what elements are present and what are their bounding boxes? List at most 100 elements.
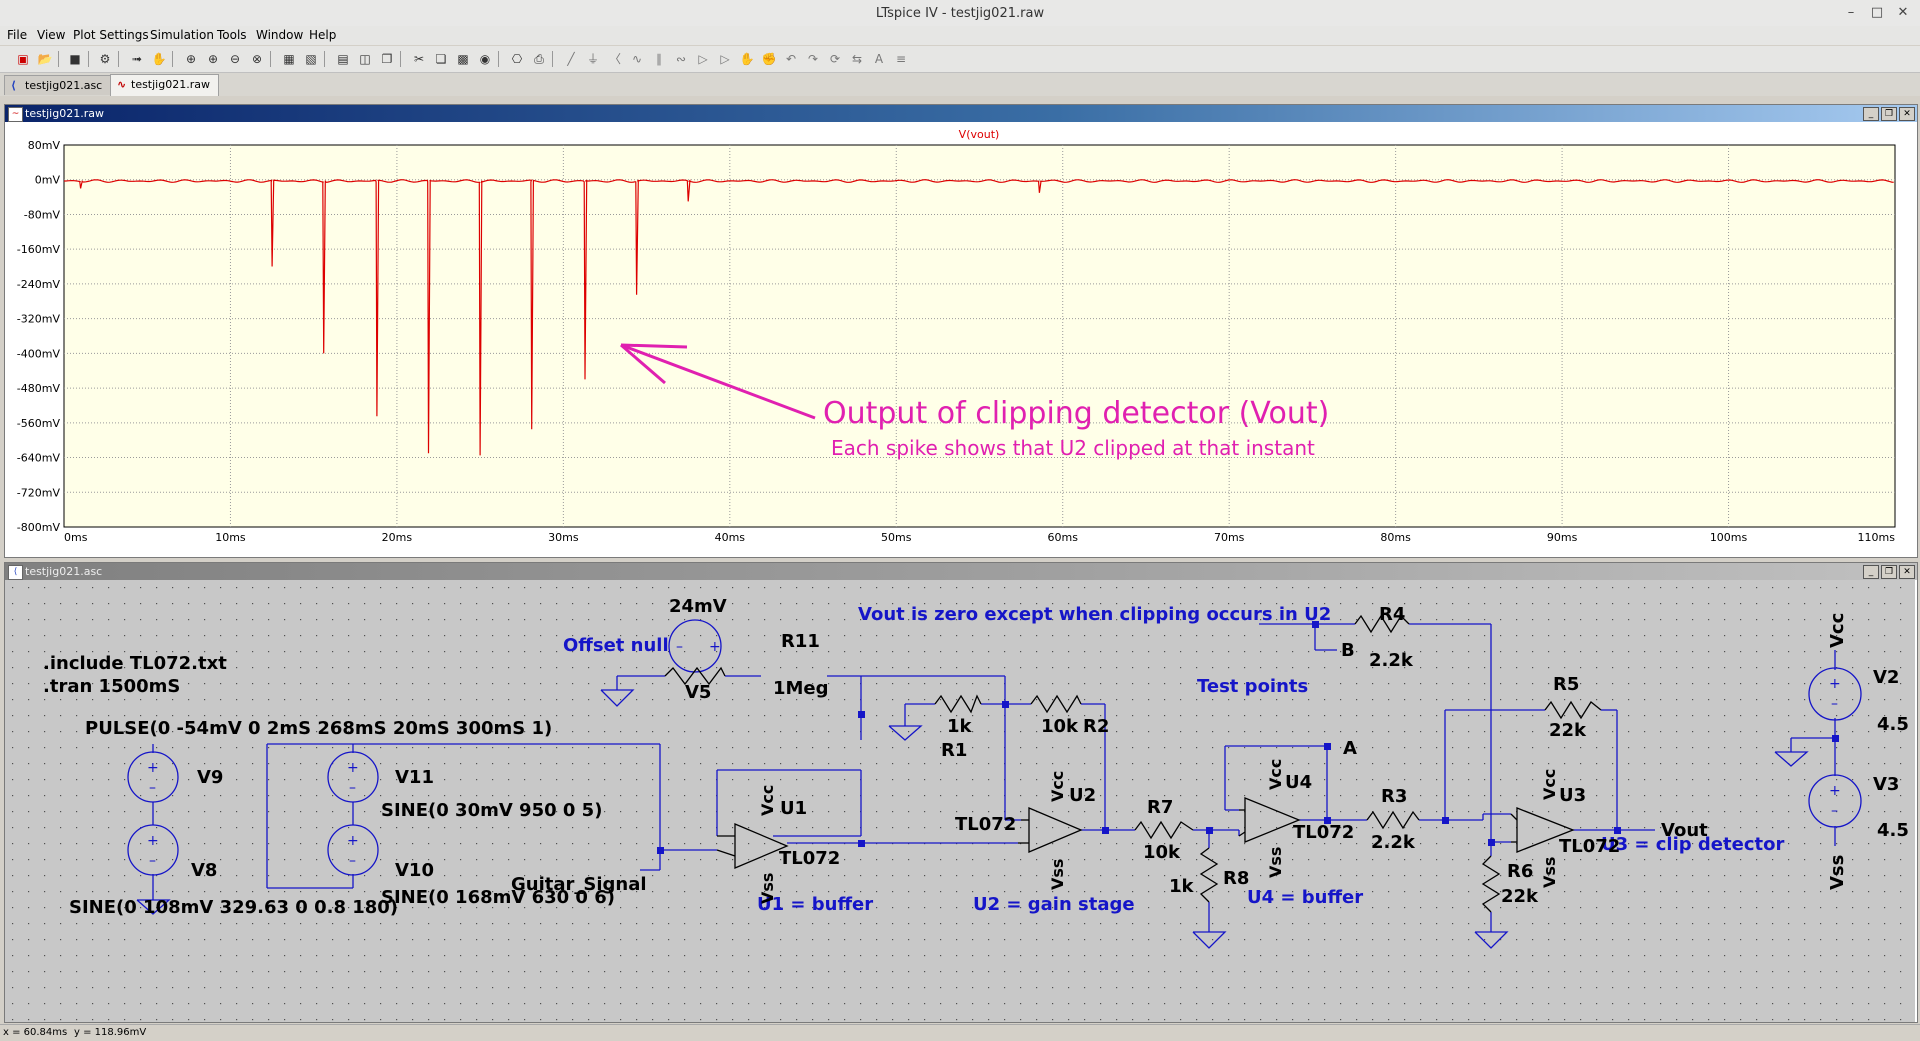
y-tick-label[interactable]: 0mV [35, 174, 61, 187]
minimize-icon[interactable]: – [1842, 4, 1860, 22]
menu-simulation[interactable]: Simulation [150, 28, 214, 42]
new-schematic-icon[interactable]: ▣ [14, 50, 32, 68]
x-tick-label[interactable]: 60ms [1048, 531, 1079, 544]
y-tick-label[interactable]: -320mV [17, 313, 61, 326]
component-icon[interactable]: ▷ [716, 50, 734, 68]
tab-waveform[interactable]: ∿ testjig021.raw [110, 74, 219, 96]
tab-schematic[interactable]: ⟨ testjig021.asc [4, 75, 112, 95]
u4-ref[interactable]: U4 [1285, 772, 1312, 793]
y-tick-label[interactable]: -720mV [17, 486, 61, 499]
close-icon[interactable]: ✕ [1899, 107, 1915, 121]
save-icon[interactable]: ■ [66, 50, 84, 68]
x-tick-label[interactable]: 10ms [215, 531, 246, 544]
move-icon[interactable]: ✋ [738, 50, 756, 68]
y-tick-label[interactable]: -400mV [17, 347, 61, 360]
v3-ref[interactable]: V3 [1873, 774, 1899, 795]
note-u2[interactable]: U2 = gain stage [973, 894, 1135, 915]
v3-value[interactable]: 4.5 [1877, 820, 1909, 841]
find-icon[interactable]: ◉ [476, 50, 494, 68]
restore-icon[interactable]: ❐ [1881, 565, 1897, 579]
x-tick-label[interactable]: 90ms [1547, 531, 1578, 544]
r8-ref[interactable]: R8 [1223, 868, 1249, 889]
waveform-window[interactable]: ~ testjig021.raw _ ❐ ✕ 0ms 10ms 20ms 30ms 40… [4, 104, 1918, 558]
cascade-icon[interactable]: ❐ [378, 50, 396, 68]
v9-ref[interactable]: V9 [197, 767, 223, 788]
y-tick-label[interactable]: -560mV [17, 417, 61, 430]
wire-icon[interactable]: ╱ [562, 50, 580, 68]
note-u4[interactable]: U4 = buffer [1247, 887, 1363, 908]
cut-icon[interactable]: ✂ [410, 50, 428, 68]
r7-value[interactable]: 10k [1143, 842, 1181, 863]
r11-value[interactable]: 1Meg [773, 678, 829, 699]
x-tick-label[interactable]: 0ms [64, 531, 88, 544]
x-tick-label[interactable]: 100ms [1710, 531, 1748, 544]
schematic-window-titlebar[interactable]: ⟨ testjig021.asc _ ❐ ✕ [5, 563, 1917, 580]
waveform-plot[interactable]: 0ms 10ms 20ms 30ms 40ms 50ms 60ms 70ms 80ms 90ms 1… [5, 122, 1915, 555]
waveform-window-titlebar[interactable]: ~ testjig021.raw _ ❐ ✕ [5, 105, 1917, 122]
menu-window[interactable]: Window [256, 28, 303, 42]
r4-ref[interactable]: R4 [1379, 604, 1405, 625]
y-tick-label[interactable]: -80mV [24, 208, 61, 221]
spice-directive-tran[interactable]: .tran 1500mS [43, 676, 180, 697]
u1-model[interactable]: TL072 [779, 848, 840, 869]
y-tick-label[interactable]: -240mV [17, 278, 61, 291]
zoom-fit-icon[interactable]: ⊗ [248, 50, 266, 68]
v8-value[interactable]: SINE(0 108mV 329.63 0 0.8 180) [69, 897, 398, 918]
x-tick-label[interactable]: 50ms [881, 531, 912, 544]
u1-ref[interactable]: U1 [780, 798, 807, 819]
note-vout[interactable]: Vout is zero except when clipping occurs… [858, 604, 1331, 625]
tile-vertical-icon[interactable]: ◫ [356, 50, 374, 68]
run-icon[interactable]: ➟ [128, 50, 146, 68]
drag-icon[interactable]: ✊ [760, 50, 778, 68]
rotate-icon[interactable]: ⟳ [826, 50, 844, 68]
menu-view[interactable]: View [37, 28, 65, 42]
redo-icon[interactable]: ↷ [804, 50, 822, 68]
undo-icon[interactable]: ↶ [782, 50, 800, 68]
u2-model[interactable]: TL072 [955, 814, 1016, 835]
u3-ref[interactable]: U3 [1559, 785, 1586, 806]
r4-value[interactable]: 2.2k [1369, 650, 1414, 671]
label-net-icon[interactable]: 〈 [606, 50, 624, 68]
print-icon[interactable]: ⎙ [530, 50, 548, 68]
marker-icon[interactable]: ▧ [302, 50, 320, 68]
x-tick-label[interactable]: 110ms [1858, 531, 1896, 544]
menu-plot-settings[interactable]: Plot Settings [73, 28, 149, 42]
y-tick-label[interactable]: -640mV [17, 452, 61, 465]
diode-icon[interactable]: ▷ [694, 50, 712, 68]
menu-tools[interactable]: Tools [217, 28, 247, 42]
print-setup-icon[interactable]: ⎔ [508, 50, 526, 68]
r5-value[interactable]: 22k [1549, 720, 1587, 741]
r6-value[interactable]: 22k [1501, 886, 1539, 907]
v5-value[interactable]: 24mV [669, 596, 727, 617]
r1-value[interactable]: 1k [947, 716, 973, 737]
r11-ref[interactable]: R11 [781, 631, 820, 652]
net-label-guitar-signal[interactable]: Guitar_Signal [511, 874, 647, 895]
maximize-icon[interactable]: □ [1868, 4, 1886, 22]
schematic-window[interactable]: ⟨ testjig021.asc _ ❐ ✕ + – + – + – + – +… [4, 562, 1918, 1023]
halt-icon[interactable]: ✋ [150, 50, 168, 68]
plot-area[interactable] [63, 144, 1896, 528]
resistor-icon[interactable]: ∿ [628, 50, 646, 68]
r2-value[interactable]: 10k [1041, 716, 1079, 737]
net-label-vout[interactable]: Vout [1661, 820, 1708, 841]
v11-value[interactable]: SINE(0 30mV 950 0 5) [381, 800, 602, 821]
v2-ref[interactable]: V2 [1873, 667, 1899, 688]
r3-value[interactable]: 2.2k [1371, 832, 1416, 853]
u4-model[interactable]: TL072 [1293, 822, 1354, 843]
r3-ref[interactable]: R3 [1381, 786, 1407, 807]
minimize-icon[interactable]: _ [1863, 107, 1879, 121]
u2-ref[interactable]: U2 [1069, 785, 1096, 806]
autorange-icon[interactable]: ▦ [280, 50, 298, 68]
menu-help[interactable]: Help [309, 28, 336, 42]
note-offset-null[interactable]: Offset null [563, 635, 669, 656]
x-tick-label[interactable]: 40ms [715, 531, 746, 544]
inductor-icon[interactable]: ∾ [672, 50, 690, 68]
v2-value[interactable]: 4.5 [1877, 714, 1909, 735]
r8-value[interactable]: 1k [1169, 876, 1195, 897]
v10-ref[interactable]: V10 [395, 860, 434, 881]
capacitor-icon[interactable]: ∥ [650, 50, 668, 68]
r6-ref[interactable]: R6 [1507, 861, 1533, 882]
text-icon[interactable]: A [870, 50, 888, 68]
open-icon[interactable]: 📂 [36, 50, 54, 68]
v9-value[interactable]: PULSE(0 -54mV 0 2mS 268mS 20mS 300mS 1) [85, 718, 552, 739]
